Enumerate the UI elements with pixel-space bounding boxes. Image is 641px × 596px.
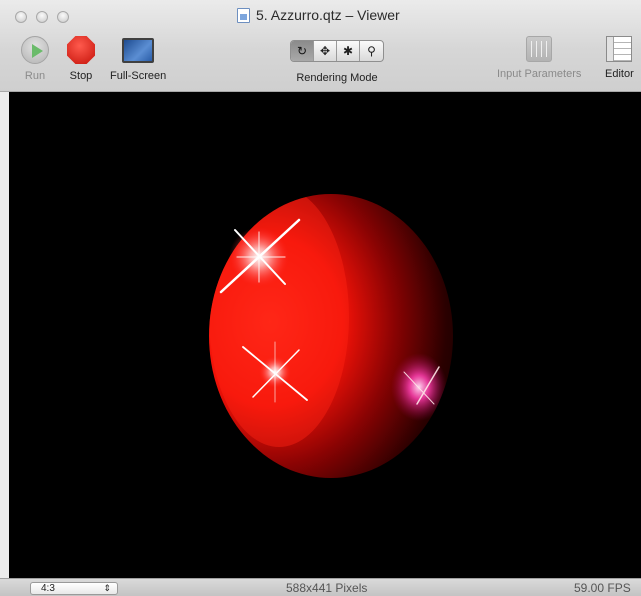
status-bar: 4:3 ⇕ 588x441 Pixels 59.00 FPS — [0, 578, 641, 596]
sliders-icon — [526, 36, 553, 62]
stop-icon — [67, 36, 95, 64]
run-button[interactable]: Run — [21, 36, 49, 82]
stop-label: Stop — [69, 70, 93, 82]
aspect-ratio-value: 4:3 — [41, 583, 55, 594]
run-label: Run — [24, 70, 46, 82]
input-parameters-button[interactable]: Input Parameters — [497, 36, 581, 80]
rendering-mode-label: Rendering Mode — [296, 72, 378, 84]
window-title: 5. Azzurro.qtz – Viewer — [237, 7, 400, 23]
play-icon — [21, 36, 49, 64]
zoom-mode-button[interactable]: ⚲ — [360, 41, 383, 61]
move-mode-button[interactable]: ✥ — [314, 41, 337, 61]
updown-chevron-icon: ⇕ — [103, 583, 111, 593]
window-toolbar: 5. Azzurro.qtz – Viewer Run Stop Full-Sc… — [0, 0, 641, 92]
close-window-button[interactable] — [15, 11, 27, 23]
minimize-window-button[interactable] — [36, 11, 48, 23]
stop-button[interactable]: Stop — [67, 36, 95, 82]
viewer-size-text: 588x441 Pixels — [286, 581, 368, 595]
editor-button[interactable]: Editor — [605, 36, 634, 80]
document-icon — [237, 7, 250, 23]
window-title-text: 5. Azzurro.qtz – Viewer — [256, 7, 400, 23]
full-screen-label: Full-Screen — [110, 70, 167, 82]
zoom-icon: ⚲ — [367, 44, 376, 58]
fps-text: 59.00 FPS — [574, 581, 631, 595]
editor-icon — [606, 36, 633, 62]
bug-icon: ✱ — [342, 44, 354, 58]
move-icon: ✥ — [319, 44, 331, 58]
rendering-mode-control: ↻ ✥ ✱ ⚲ Rendering Mode — [290, 36, 384, 84]
input-parameters-label: Input Parameters — [497, 68, 582, 80]
debug-mode-button[interactable]: ✱ — [337, 41, 360, 61]
rendering-mode-segmented: ↻ ✥ ✱ ⚲ — [290, 40, 384, 62]
full-screen-icon — [122, 38, 155, 63]
composition-viewer[interactable] — [9, 92, 641, 578]
aspect-ratio-select[interactable]: 4:3 ⇕ — [30, 582, 118, 595]
render-output — [209, 194, 453, 478]
full-screen-button[interactable]: Full-Screen — [110, 36, 166, 82]
zoom-window-button[interactable] — [57, 11, 69, 23]
editor-label: Editor — [605, 68, 634, 80]
rotate-mode-button[interactable]: ↻ — [291, 41, 314, 61]
rotate-icon: ↻ — [296, 44, 308, 58]
